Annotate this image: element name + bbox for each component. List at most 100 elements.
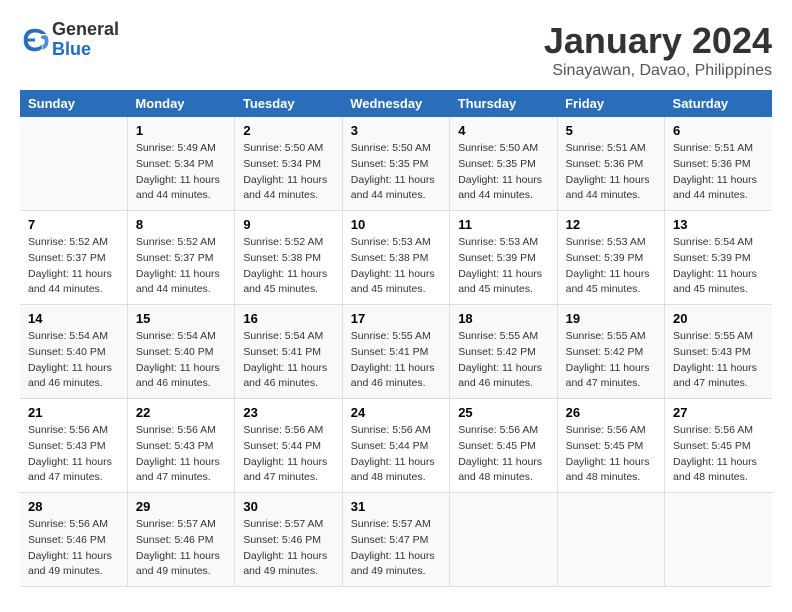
- cell-week5-day7: [665, 493, 772, 587]
- cell-week3-day2: 15Sunrise: 5:54 AMSunset: 5:40 PMDayligh…: [127, 305, 234, 399]
- header-monday: Monday: [127, 90, 234, 117]
- day-info: Sunrise: 5:50 AMSunset: 5:34 PMDaylight:…: [243, 141, 333, 204]
- day-info: Sunrise: 5:55 AMSunset: 5:41 PMDaylight:…: [351, 329, 441, 392]
- cell-week5-day5: [450, 493, 557, 587]
- week-row-4: 21 Sunrise: 5:56 AMSunset: 5:43 PMDayligh…: [20, 399, 772, 493]
- day-number: 18: [458, 311, 548, 326]
- day-number: 30: [243, 499, 333, 514]
- day-info: Sunrise: 5:54 AMSunset: 5:41 PMDaylight:…: [243, 329, 333, 392]
- day-info: Sunrise: 5:49 AMSunset: 5:34 PMDaylight:…: [136, 141, 226, 204]
- cell-week2-day4: 10 Sunrise: 5:53 AMSunset: 5:38 PMDayligh…: [342, 211, 449, 305]
- page-header: General Blue January 2024 Sinayawan, Dav…: [20, 20, 772, 80]
- day-info: Sunrise: 5:56 AMSunset: 5:45 PMDaylight:…: [458, 423, 548, 486]
- day-info: Sunrise: 5:52 AMSunset: 5:38 PMDaylight:…: [243, 235, 333, 298]
- day-number: 1: [136, 123, 226, 138]
- cell-week4-day4: 24 Sunrise: 5:56 AMSunset: 5:44 PMDayligh…: [342, 399, 449, 493]
- day-info: Sunrise: 5:55 AMSunset: 5:42 PMDaylight:…: [566, 329, 656, 392]
- logo-general: General: [52, 20, 119, 40]
- month-title: January 2024: [544, 20, 772, 62]
- day-number: 23: [243, 405, 333, 420]
- day-info: Sunrise: 5:56 AMSunset: 5:45 PMDaylight:…: [566, 423, 656, 486]
- day-number: 28: [28, 499, 119, 514]
- cell-week3-day7: 20Sunrise: 5:55 AMSunset: 5:43 PMDayligh…: [665, 305, 772, 399]
- header-saturday: Saturday: [665, 90, 772, 117]
- cell-week2-day6: 12 Sunrise: 5:53 AMSunset: 5:39 PMDayligh…: [557, 211, 664, 305]
- week-row-1: 1 Sunrise: 5:49 AMSunset: 5:34 PMDaylight…: [20, 117, 772, 211]
- day-info: Sunrise: 5:52 AMSunset: 5:37 PMDaylight:…: [28, 235, 119, 298]
- day-info: Sunrise: 5:56 AMSunset: 5:44 PMDaylight:…: [243, 423, 333, 486]
- day-info: Sunrise: 5:56 AMSunset: 5:46 PMDaylight:…: [28, 517, 119, 580]
- location-title: Sinayawan, Davao, Philippines: [544, 62, 772, 80]
- day-number: 26: [566, 405, 656, 420]
- logo-blue: Blue: [52, 40, 119, 60]
- day-info: Sunrise: 5:53 AMSunset: 5:39 PMDaylight:…: [566, 235, 656, 298]
- header-thursday: Thursday: [450, 90, 557, 117]
- week-row-2: 7Sunrise: 5:52 AMSunset: 5:37 PMDaylight…: [20, 211, 772, 305]
- day-info: Sunrise: 5:51 AMSunset: 5:36 PMDaylight:…: [673, 141, 764, 204]
- day-info: Sunrise: 5:55 AMSunset: 5:42 PMDaylight:…: [458, 329, 548, 392]
- calendar-header-row: SundayMondayTuesdayWednesdayThursdayFrid…: [20, 90, 772, 117]
- day-number: 10: [351, 217, 441, 232]
- logo: General Blue: [20, 20, 119, 60]
- calendar-table: SundayMondayTuesdayWednesdayThursdayFrid…: [20, 90, 772, 587]
- cell-week4-day3: 23 Sunrise: 5:56 AMSunset: 5:44 PMDayligh…: [235, 399, 342, 493]
- day-number: 6: [673, 123, 764, 138]
- title-section: January 2024 Sinayawan, Davao, Philippin…: [544, 20, 772, 80]
- day-number: 9: [243, 217, 333, 232]
- day-number: 31: [351, 499, 441, 514]
- cell-week1-day1: [20, 117, 127, 211]
- cell-week1-day5: 4Sunrise: 5:50 AMSunset: 5:35 PMDaylight…: [450, 117, 557, 211]
- day-info: Sunrise: 5:56 AMSunset: 5:43 PMDaylight:…: [28, 423, 119, 486]
- cell-week2-day2: 8 Sunrise: 5:52 AMSunset: 5:37 PMDaylight…: [127, 211, 234, 305]
- cell-week5-day2: 29 Sunrise: 5:57 AMSunset: 5:46 PMDayligh…: [127, 493, 234, 587]
- day-number: 3: [351, 123, 441, 138]
- day-info: Sunrise: 5:56 AMSunset: 5:45 PMDaylight:…: [673, 423, 764, 486]
- cell-week5-day1: 28 Sunrise: 5:56 AMSunset: 5:46 PMDayligh…: [20, 493, 127, 587]
- day-info: Sunrise: 5:54 AMSunset: 5:40 PMDaylight:…: [28, 329, 119, 392]
- cell-week3-day5: 18 Sunrise: 5:55 AMSunset: 5:42 PMDayligh…: [450, 305, 557, 399]
- cell-week1-day2: 1 Sunrise: 5:49 AMSunset: 5:34 PMDaylight…: [127, 117, 234, 211]
- day-number: 17: [351, 311, 441, 326]
- week-row-5: 28 Sunrise: 5:56 AMSunset: 5:46 PMDayligh…: [20, 493, 772, 587]
- day-info: Sunrise: 5:54 AMSunset: 5:40 PMDaylight:…: [136, 329, 226, 392]
- day-number: 14: [28, 311, 119, 326]
- header-friday: Friday: [557, 90, 664, 117]
- day-info: Sunrise: 5:54 AMSunset: 5:39 PMDaylight:…: [673, 235, 764, 298]
- day-number: 8: [136, 217, 226, 232]
- day-number: 13: [673, 217, 764, 232]
- day-number: 12: [566, 217, 656, 232]
- day-info: Sunrise: 5:57 AMSunset: 5:46 PMDaylight:…: [243, 517, 333, 580]
- header-tuesday: Tuesday: [235, 90, 342, 117]
- header-wednesday: Wednesday: [342, 90, 449, 117]
- cell-week1-day4: 3 Sunrise: 5:50 AMSunset: 5:35 PMDaylight…: [342, 117, 449, 211]
- day-info: Sunrise: 5:50 AMSunset: 5:35 PMDaylight:…: [351, 141, 441, 204]
- day-number: 24: [351, 405, 441, 420]
- day-info: Sunrise: 5:57 AMSunset: 5:47 PMDaylight:…: [351, 517, 441, 580]
- day-info: Sunrise: 5:56 AMSunset: 5:44 PMDaylight:…: [351, 423, 441, 486]
- cell-week4-day1: 21 Sunrise: 5:56 AMSunset: 5:43 PMDayligh…: [20, 399, 127, 493]
- day-number: 16: [243, 311, 333, 326]
- day-number: 11: [458, 217, 548, 232]
- cell-week1-day6: 5Sunrise: 5:51 AMSunset: 5:36 PMDaylight…: [557, 117, 664, 211]
- day-number: 27: [673, 405, 764, 420]
- cell-week1-day3: 2 Sunrise: 5:50 AMSunset: 5:34 PMDaylight…: [235, 117, 342, 211]
- day-info: Sunrise: 5:52 AMSunset: 5:37 PMDaylight:…: [136, 235, 226, 298]
- week-row-3: 14 Sunrise: 5:54 AMSunset: 5:40 PMDayligh…: [20, 305, 772, 399]
- day-number: 2: [243, 123, 333, 138]
- day-info: Sunrise: 5:50 AMSunset: 5:35 PMDaylight:…: [458, 141, 548, 204]
- day-number: 22: [136, 405, 226, 420]
- cell-week4-day7: 27 Sunrise: 5:56 AMSunset: 5:45 PMDayligh…: [665, 399, 772, 493]
- day-info: Sunrise: 5:53 AMSunset: 5:39 PMDaylight:…: [458, 235, 548, 298]
- day-number: 21: [28, 405, 119, 420]
- cell-week3-day3: 16 Sunrise: 5:54 AMSunset: 5:41 PMDayligh…: [235, 305, 342, 399]
- cell-week2-day3: 9 Sunrise: 5:52 AMSunset: 5:38 PMDaylight…: [235, 211, 342, 305]
- day-info: Sunrise: 5:51 AMSunset: 5:36 PMDaylight:…: [566, 141, 656, 204]
- day-info: Sunrise: 5:57 AMSunset: 5:46 PMDaylight:…: [136, 517, 226, 580]
- cell-week5-day3: 30 Sunrise: 5:57 AMSunset: 5:46 PMDayligh…: [235, 493, 342, 587]
- day-info: Sunrise: 5:53 AMSunset: 5:38 PMDaylight:…: [351, 235, 441, 298]
- cell-week5-day4: 31 Sunrise: 5:57 AMSunset: 5:47 PMDayligh…: [342, 493, 449, 587]
- cell-week3-day6: 19Sunrise: 5:55 AMSunset: 5:42 PMDayligh…: [557, 305, 664, 399]
- day-info: Sunrise: 5:56 AMSunset: 5:43 PMDaylight:…: [136, 423, 226, 486]
- cell-week5-day6: [557, 493, 664, 587]
- day-number: 29: [136, 499, 226, 514]
